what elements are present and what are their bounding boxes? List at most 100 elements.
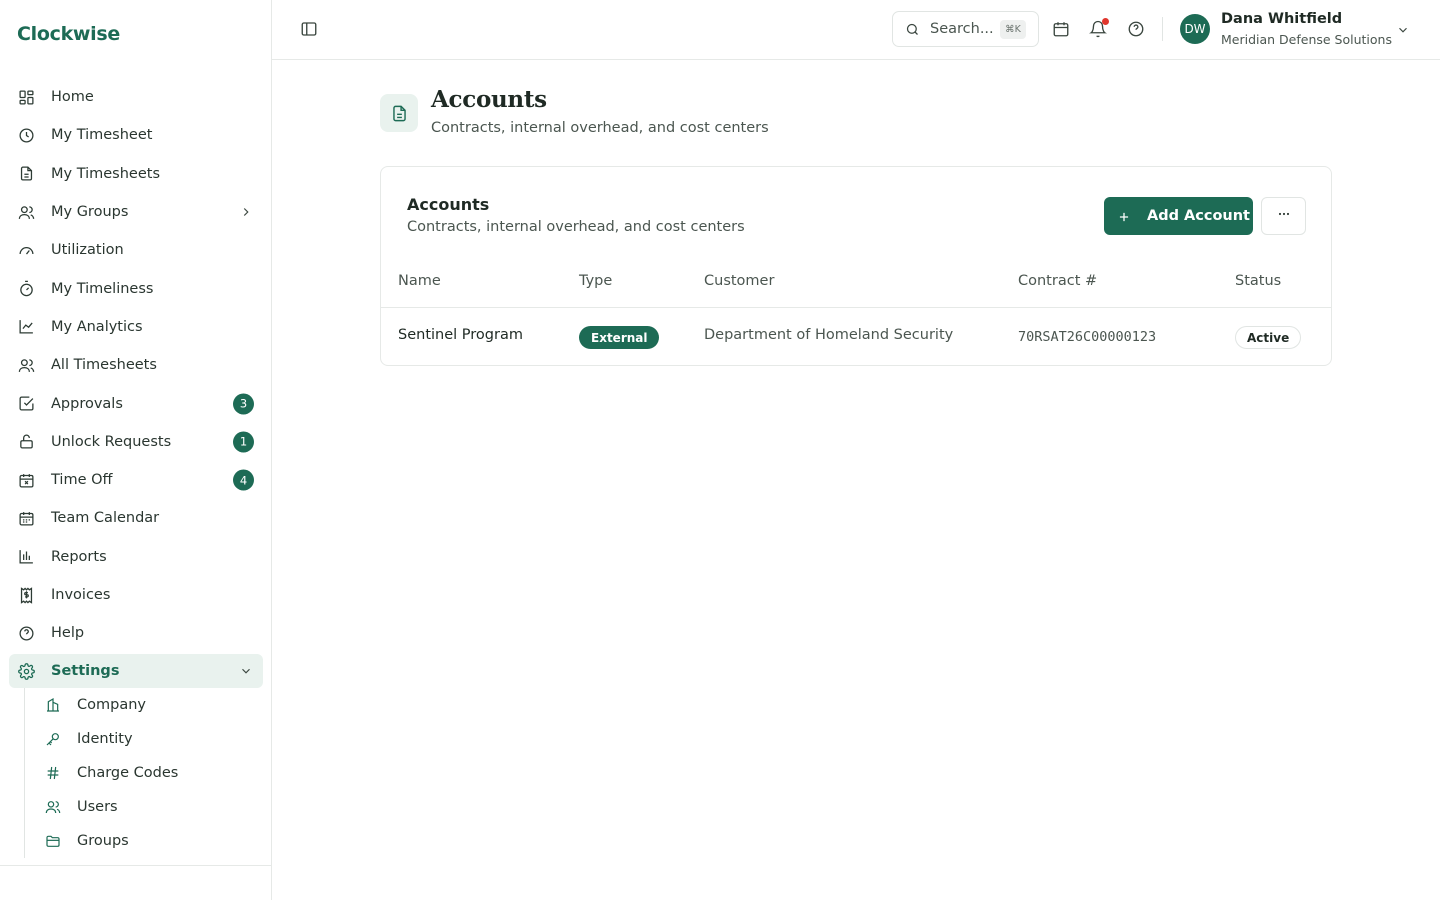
shortcut-hint: ⌘K (1000, 20, 1026, 39)
sidebar-divider (0, 865, 271, 866)
help-circle-icon (17, 624, 35, 642)
sidebar-item-invoices[interactable]: Invoices (9, 576, 263, 614)
column-header-type[interactable]: Type (579, 273, 612, 289)
user-name[interactable]: Dana Whitfield (1221, 11, 1342, 27)
sidebar-item-label: Unlock Requests (51, 433, 172, 450)
type-badge: External (579, 326, 660, 349)
sidebar-item-my-timesheets[interactable]: My Timesheets (9, 155, 263, 193)
sidebar-item-time-off[interactable]: Time Off 4 (9, 461, 263, 499)
sidebar-item-all-timesheets[interactable]: All Timesheets (9, 346, 263, 384)
help-circle-icon[interactable] (1127, 20, 1145, 38)
subnav-item-label: Charge Codes (77, 765, 179, 782)
hash-icon (44, 764, 62, 782)
subnav-item-label: Groups (77, 833, 129, 850)
subnav-item-users[interactable]: Users (25, 790, 263, 824)
column-header-name[interactable]: Name (398, 273, 441, 289)
calendar-x-icon (17, 471, 35, 489)
sidebar-item-utilization[interactable]: Utilization (9, 231, 263, 269)
line-chart-icon (17, 318, 35, 336)
sidebar-item-my-timeliness[interactable]: My Timeliness (9, 269, 263, 307)
subnav-item-identity[interactable]: Identity (25, 722, 263, 756)
settings-subnav: Company Identity Charge Codes Users Grou… (24, 688, 263, 859)
subnav-item-company[interactable]: Company (25, 688, 263, 722)
subnav-item-label: Identity (77, 731, 133, 748)
check-square-icon (17, 395, 35, 413)
accounts-card: Accounts Contracts, internal overhead, a… (380, 166, 1332, 366)
card-subtitle: Contracts, internal overhead, and cost c… (407, 219, 745, 235)
sidebar-item-label: All Timesheets (51, 357, 157, 374)
notification-dot (1102, 18, 1109, 25)
lock-open-icon (17, 433, 35, 451)
receipt-icon (17, 586, 35, 604)
bell-icon[interactable] (1089, 18, 1109, 38)
card-title: Accounts (407, 195, 490, 214)
sidebar-item-label: My Analytics (51, 318, 143, 335)
column-header-status[interactable]: Status (1235, 273, 1281, 289)
subnav-item-label: Users (77, 799, 118, 816)
sidebar-item-label: Settings (51, 663, 120, 680)
page-subtitle: Contracts, internal overhead, and cost c… (431, 120, 769, 136)
gear-icon (17, 662, 35, 680)
status-badge: Active (1235, 326, 1302, 349)
search-input[interactable]: Search... ⌘K (892, 11, 1039, 47)
brand-logo[interactable]: Clockwise (17, 23, 120, 45)
sidebar-item-home[interactable]: Home (9, 78, 263, 116)
subnav-item-charge-codes[interactable]: Charge Codes (25, 756, 263, 790)
column-header-customer[interactable]: Customer (704, 273, 774, 289)
calendar-icon[interactable] (1052, 20, 1070, 38)
sidebar-item-unlock-requests[interactable]: Unlock Requests 1 (9, 423, 263, 461)
users-icon (44, 798, 62, 816)
sidebar-item-label: My Groups (51, 204, 129, 221)
key-icon (44, 730, 62, 748)
sidebar-item-team-calendar[interactable]: Team Calendar (9, 499, 263, 537)
users-icon (17, 203, 35, 221)
count-badge: 3 (233, 393, 254, 415)
subnav-item-label: Company (77, 697, 146, 714)
top-bar: Search... ⌘K DW Dana Whitfield Meridian … (272, 0, 1440, 60)
count-badge: 1 (233, 431, 254, 453)
chevron-down-icon[interactable] (1396, 22, 1410, 36)
sidebar-item-settings[interactable]: Settings (9, 654, 263, 689)
chevron-down-icon[interactable] (239, 664, 253, 678)
search-placeholder: Search... (930, 21, 994, 37)
sidebar-toggle-icon[interactable] (300, 20, 318, 38)
avatar[interactable]: DW (1180, 14, 1210, 44)
building-icon (44, 696, 62, 714)
sidebar-item-label: Reports (51, 548, 107, 565)
account-name: Sentinel Program (398, 327, 523, 343)
more-options-button[interactable] (1261, 197, 1306, 235)
sidebar-item-label: Time Off (51, 472, 113, 489)
bar-chart-icon (17, 548, 35, 566)
sidebar-item-label: Invoices (51, 587, 111, 603)
sidebar-item-label: Home (51, 89, 94, 106)
table-row[interactable]: Sentinel Program External Department of … (381, 308, 1331, 366)
column-header-contract[interactable]: Contract # (1018, 273, 1097, 289)
document-icon (380, 94, 418, 132)
sidebar-item-label: Help (51, 625, 85, 642)
page-title: Accounts (431, 86, 547, 113)
sidebar-item-label: My Timesheets (51, 165, 161, 182)
search-icon (905, 22, 920, 37)
count-badge: 4 (233, 469, 254, 491)
users-icon (17, 356, 35, 374)
customer-name: Department of Homeland Security (704, 327, 954, 343)
sidebar-item-my-analytics[interactable]: My Analytics (9, 308, 263, 346)
sidebar-item-label: Team Calendar (51, 510, 160, 527)
sidebar-item-label: Approvals (51, 395, 123, 412)
sidebar-item-my-timesheet[interactable]: My Timesheet (9, 116, 263, 154)
document-icon (17, 165, 35, 183)
add-account-button[interactable]: Add Account (1104, 197, 1253, 235)
contract-number: 70RSAT26C00000123 (1018, 329, 1157, 345)
sidebar-item-help[interactable]: Help (9, 614, 263, 652)
stopwatch-icon (17, 280, 35, 298)
sidebar: Clockwise Home My Timesheet My Timesheet… (0, 0, 272, 900)
more-horizontal-icon (1276, 206, 1292, 226)
sidebar-item-my-groups[interactable]: My Groups (9, 193, 263, 231)
calendar-icon (17, 509, 35, 527)
gauge-icon (17, 241, 35, 259)
sidebar-item-reports[interactable]: Reports (9, 538, 263, 576)
subnav-item-groups[interactable]: Groups (25, 824, 263, 858)
chevron-right-icon[interactable] (239, 205, 253, 219)
clock-icon (17, 126, 35, 144)
sidebar-item-approvals[interactable]: Approvals 3 (9, 384, 263, 422)
